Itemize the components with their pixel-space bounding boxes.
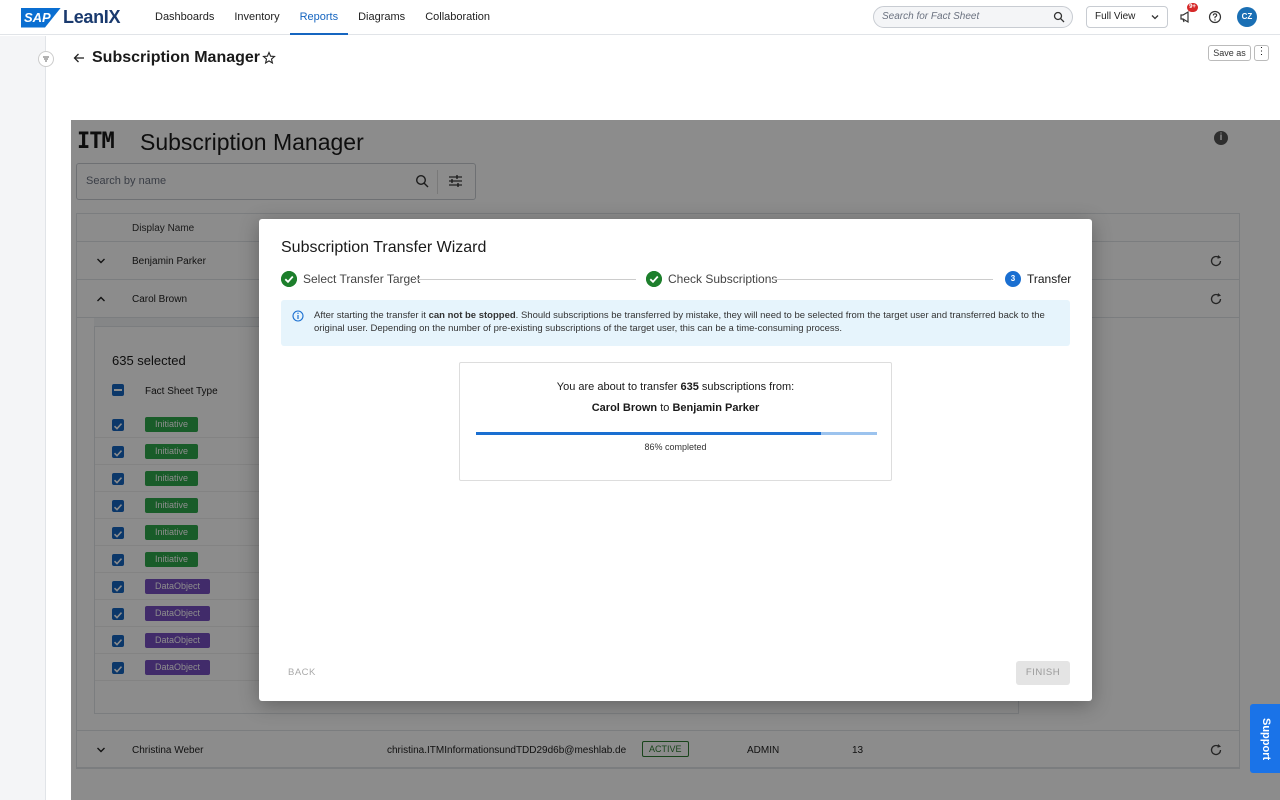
step-connector (773, 279, 993, 280)
alert-text-pre: After starting the transfer it (314, 310, 429, 321)
nav-inventory[interactable]: Inventory (224, 0, 289, 35)
progress-text: 86% completed (644, 442, 707, 452)
nav-collaboration[interactable]: Collaboration (415, 0, 500, 35)
more-options-button[interactable]: ⋮ (1254, 45, 1269, 61)
nav-dashboards[interactable]: Dashboards (145, 0, 224, 35)
step-label: Transfer (1027, 272, 1072, 286)
transfer-to-user: Benjamin Parker (672, 402, 760, 414)
transfer-to-word: to (657, 402, 673, 414)
transfer-count: 635 (680, 381, 699, 393)
help-icon[interactable] (1208, 10, 1222, 24)
check-circle-icon (646, 271, 662, 287)
leanix-wordmark: LeanIX (63, 7, 121, 27)
wizard-title: Subscription Transfer Wizard (281, 239, 487, 256)
top-navigation: SAP LeanIX Dashboards Inventory Reports … (0, 0, 1280, 35)
view-selector[interactable]: Full View (1086, 6, 1168, 28)
main-nav: Dashboards Inventory Reports Diagrams Co… (145, 0, 500, 35)
step-check-subscriptions: Check Subscriptions (646, 270, 777, 288)
transfer-summary-pre: You are about to transfer (556, 381, 681, 393)
back-arrow-icon[interactable] (73, 52, 85, 64)
filter-icon (43, 56, 49, 62)
nav-reports[interactable]: Reports (289, 0, 349, 35)
step-select-transfer-target: Select Transfer Target (281, 270, 420, 288)
megaphone-icon[interactable] (1179, 10, 1193, 24)
user-avatar[interactable]: CZ (1237, 7, 1257, 27)
step-label: Check Subscriptions (668, 272, 778, 286)
fact-sheet-search-input[interactable]: Search for Fact Sheet (873, 6, 1073, 28)
transfer-summary-post: subscriptions from: (698, 381, 795, 393)
search-placeholder: Search for Fact Sheet (882, 11, 980, 22)
check-circle-icon (281, 271, 297, 287)
sap-logo: SAP (21, 7, 61, 28)
notification-badge: 9+ (1187, 3, 1198, 12)
view-selector-value: Full View (1095, 11, 1136, 22)
nav-diagrams[interactable]: Diagrams (348, 0, 415, 35)
chevron-down-icon (1151, 15, 1159, 20)
transfer-users: Carol Brown to Benjamin Parker (460, 402, 891, 414)
save-as-button[interactable]: Save as (1208, 45, 1251, 61)
transfer-progress-bar (476, 432, 877, 435)
back-button[interactable]: BACK (288, 667, 316, 678)
transfer-status-card: You are about to transfer 635 subscripti… (459, 362, 892, 481)
step-connector (415, 279, 636, 280)
step-label: Select Transfer Target (303, 272, 421, 286)
subscription-transfer-wizard: Subscription Transfer Wizard Select Tran… (259, 219, 1092, 701)
transfer-summary: You are about to transfer 635 subscripti… (460, 381, 891, 393)
support-button[interactable]: Support (1250, 704, 1280, 773)
page-title: Subscription Manager (92, 49, 261, 66)
alert-text-bold: can not be stopped (428, 310, 516, 321)
brand-logo[interactable]: SAP LeanIX (21, 7, 121, 28)
star-icon[interactable] (262, 51, 276, 65)
support-label: Support (1260, 718, 1272, 761)
filter-toggle-button[interactable] (38, 51, 54, 67)
info-icon (292, 310, 304, 322)
left-rail (0, 36, 46, 800)
progress-fill (476, 432, 821, 435)
step-number-badge: 3 (1005, 271, 1021, 287)
transfer-from-user: Carol Brown (591, 402, 658, 414)
warning-alert: After starting the transfer it can not b… (281, 300, 1070, 346)
step-transfer: 3 Transfer (1005, 270, 1071, 288)
search-icon (1053, 11, 1065, 23)
finish-button[interactable]: FINISH (1016, 661, 1070, 685)
